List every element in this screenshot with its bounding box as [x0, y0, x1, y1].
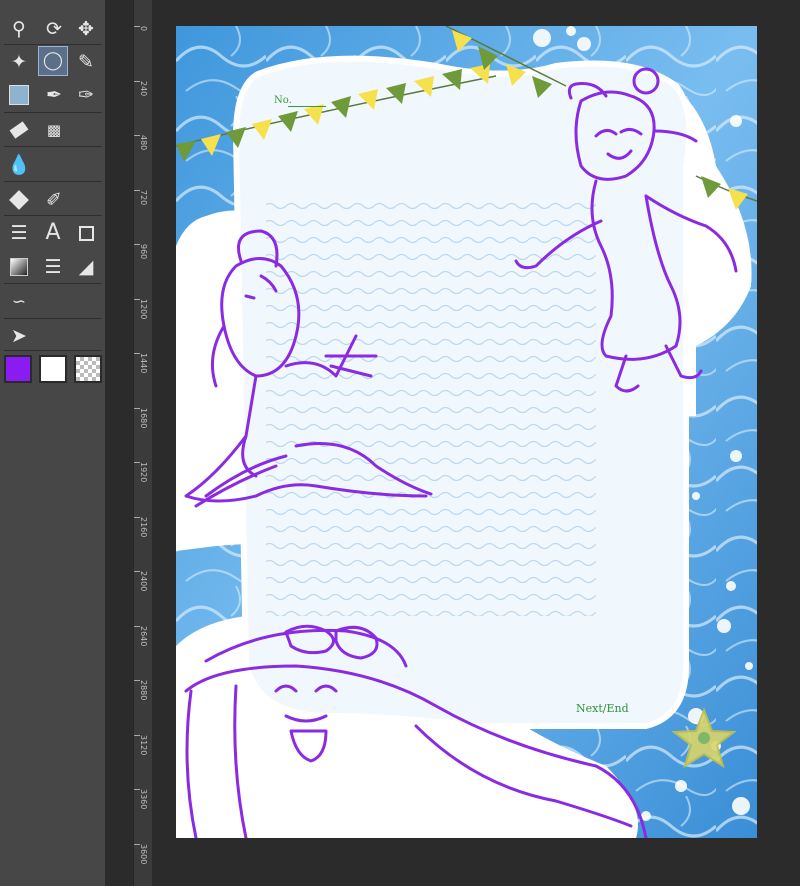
vertical-ruler: 0 240 480 720 960 1200 1440 1680 1920 2160 2400 264…: [133, 0, 153, 886]
ruler-tick-label: 1680: [139, 407, 148, 428]
text-tool-button[interactable]: A: [38, 218, 68, 248]
tool-palette: ⚲ ⟳ ✥ ✦ ◯ ✎ ✒ ✑ ▩ 💧 ✐ ☰ A ☰ ◢ ∽ ➤: [0, 0, 105, 886]
figure-tool-button[interactable]: ☰: [4, 218, 34, 248]
ruler-tick-mark: [134, 789, 140, 790]
divider: [4, 350, 102, 351]
brush-tool-button[interactable]: ✑: [71, 80, 101, 110]
ruled-lines: [266, 196, 596, 616]
nib-icon: ✐: [46, 188, 62, 211]
ruler-tick-label: 3120: [139, 734, 148, 755]
eyedropper-tool-button[interactable]: ✎: [71, 47, 101, 77]
transparent-color-swatch[interactable]: [74, 355, 102, 383]
canvas-area[interactable]: No. Next/End: [152, 0, 800, 886]
vector-pen-tool-button[interactable]: ✐: [39, 185, 69, 215]
spray-icon: ▩: [46, 120, 62, 139]
drawing-canvas[interactable]: No. Next/End: [176, 26, 757, 838]
lasso-select-tool-button[interactable]: ◯: [38, 46, 68, 76]
pen-tool-button[interactable]: ✒: [39, 80, 69, 110]
ruler-tick-mark: [134, 353, 140, 354]
ruler-tick-mark: [134, 462, 140, 463]
ruler-tick-label: 1440: [139, 353, 148, 374]
ruler-tick-label: 240: [139, 80, 148, 96]
lasso-icon: ◯: [42, 50, 64, 71]
ruler-tool-button[interactable]: ☰: [38, 252, 68, 282]
ruler-tick-label: 2160: [139, 516, 148, 537]
divider: [4, 44, 102, 45]
gradient-icon: [10, 258, 28, 276]
dropper-pen-icon: ✒: [46, 83, 62, 106]
operation-tool-button[interactable]: ➤: [4, 321, 34, 351]
eraser-icon: [9, 121, 29, 139]
divider: [4, 318, 102, 319]
perspective-tool-button[interactable]: ◢: [71, 252, 101, 282]
ruler-tick-mark: [134, 135, 140, 136]
zoom-tool-button[interactable]: ⚲: [4, 14, 34, 44]
ruler-tick-label: 960: [139, 244, 148, 260]
ruler-tick-mark: [134, 625, 140, 627]
text-icon: A: [45, 220, 61, 245]
gradient-tool-button[interactable]: [4, 252, 34, 282]
letter-number-underline: [288, 106, 326, 107]
balloon-tool-button[interactable]: ∽: [4, 287, 34, 317]
rotate-icon: ⟳: [46, 17, 62, 40]
ruler-tick-label: 2880: [139, 680, 148, 701]
next-end-label: Next/End: [576, 702, 629, 715]
ruler-tick-mark: [134, 680, 140, 681]
ruler-tick-label: 720: [139, 189, 148, 205]
brush-icon: ✑: [78, 83, 94, 106]
ruler-tick-mark: [134, 571, 140, 572]
ruler-tick-mark: [134, 407, 140, 409]
auto-select-tool-button[interactable]: ✦: [4, 47, 34, 77]
ruler-tick-mark: [134, 244, 140, 245]
blend-tool-button[interactable]: 💧: [4, 150, 34, 180]
bucket-icon: [9, 190, 29, 210]
divider: [4, 181, 102, 182]
frame-tool-button[interactable]: [71, 218, 101, 248]
divider: [4, 215, 102, 216]
artwork: [176, 26, 757, 838]
ruler-tick-mark: [134, 26, 140, 27]
magic-wand-icon: ✦: [11, 50, 27, 73]
ruler-tick-mark: [134, 843, 140, 845]
lines-icon: ☰: [44, 255, 62, 278]
sub-color-swatch[interactable]: [39, 355, 67, 383]
ruler-tick-label: 3600: [139, 843, 148, 864]
ruler-tick-mark: [134, 298, 140, 300]
divider: [4, 283, 102, 284]
layer-icon: [9, 85, 29, 105]
main-color-swatch[interactable]: [4, 355, 32, 383]
ruler-tick-mark: [134, 80, 140, 82]
stack-icon: ☰: [10, 221, 28, 244]
ruler-tick-label: 480: [139, 135, 148, 151]
ruler-tick-label: 2640: [139, 625, 148, 646]
airbrush-tool-button[interactable]: ▩: [39, 115, 69, 145]
drops-icon: 💧: [7, 153, 31, 176]
ruler-tick-label: 1200: [139, 298, 148, 319]
eraser-tool-button[interactable]: [4, 115, 34, 145]
rotate-tool-button[interactable]: ⟳: [39, 14, 69, 44]
ruler-tick-mark: [134, 734, 140, 736]
divider: [4, 146, 102, 147]
move-arrows-icon: ✥: [78, 17, 94, 40]
select-arrow-icon: ➤: [11, 324, 27, 347]
rectangle-icon: [78, 225, 94, 241]
ruler-tick-mark: [134, 189, 140, 191]
ruler-tick-label: 1920: [139, 462, 148, 483]
letter-number-label: No.: [274, 95, 292, 106]
divider: [4, 112, 102, 113]
ruler-tick-label: 0: [139, 26, 148, 32]
balloon-tail-icon: ∽: [11, 291, 27, 312]
ruler-tick-label: 2400: [139, 571, 148, 592]
magnifier-icon: ⚲: [12, 17, 26, 40]
move-tool-button[interactable]: ✥: [71, 14, 101, 44]
ruler-tick-label: 3360: [139, 789, 148, 810]
fill-tool-button[interactable]: [4, 185, 34, 215]
triangle-ruler-icon: ◢: [78, 255, 94, 278]
ruler-tick-mark: [134, 516, 140, 518]
eyedropper-icon: ✎: [78, 50, 94, 73]
layer-move-tool-button[interactable]: [4, 80, 34, 110]
